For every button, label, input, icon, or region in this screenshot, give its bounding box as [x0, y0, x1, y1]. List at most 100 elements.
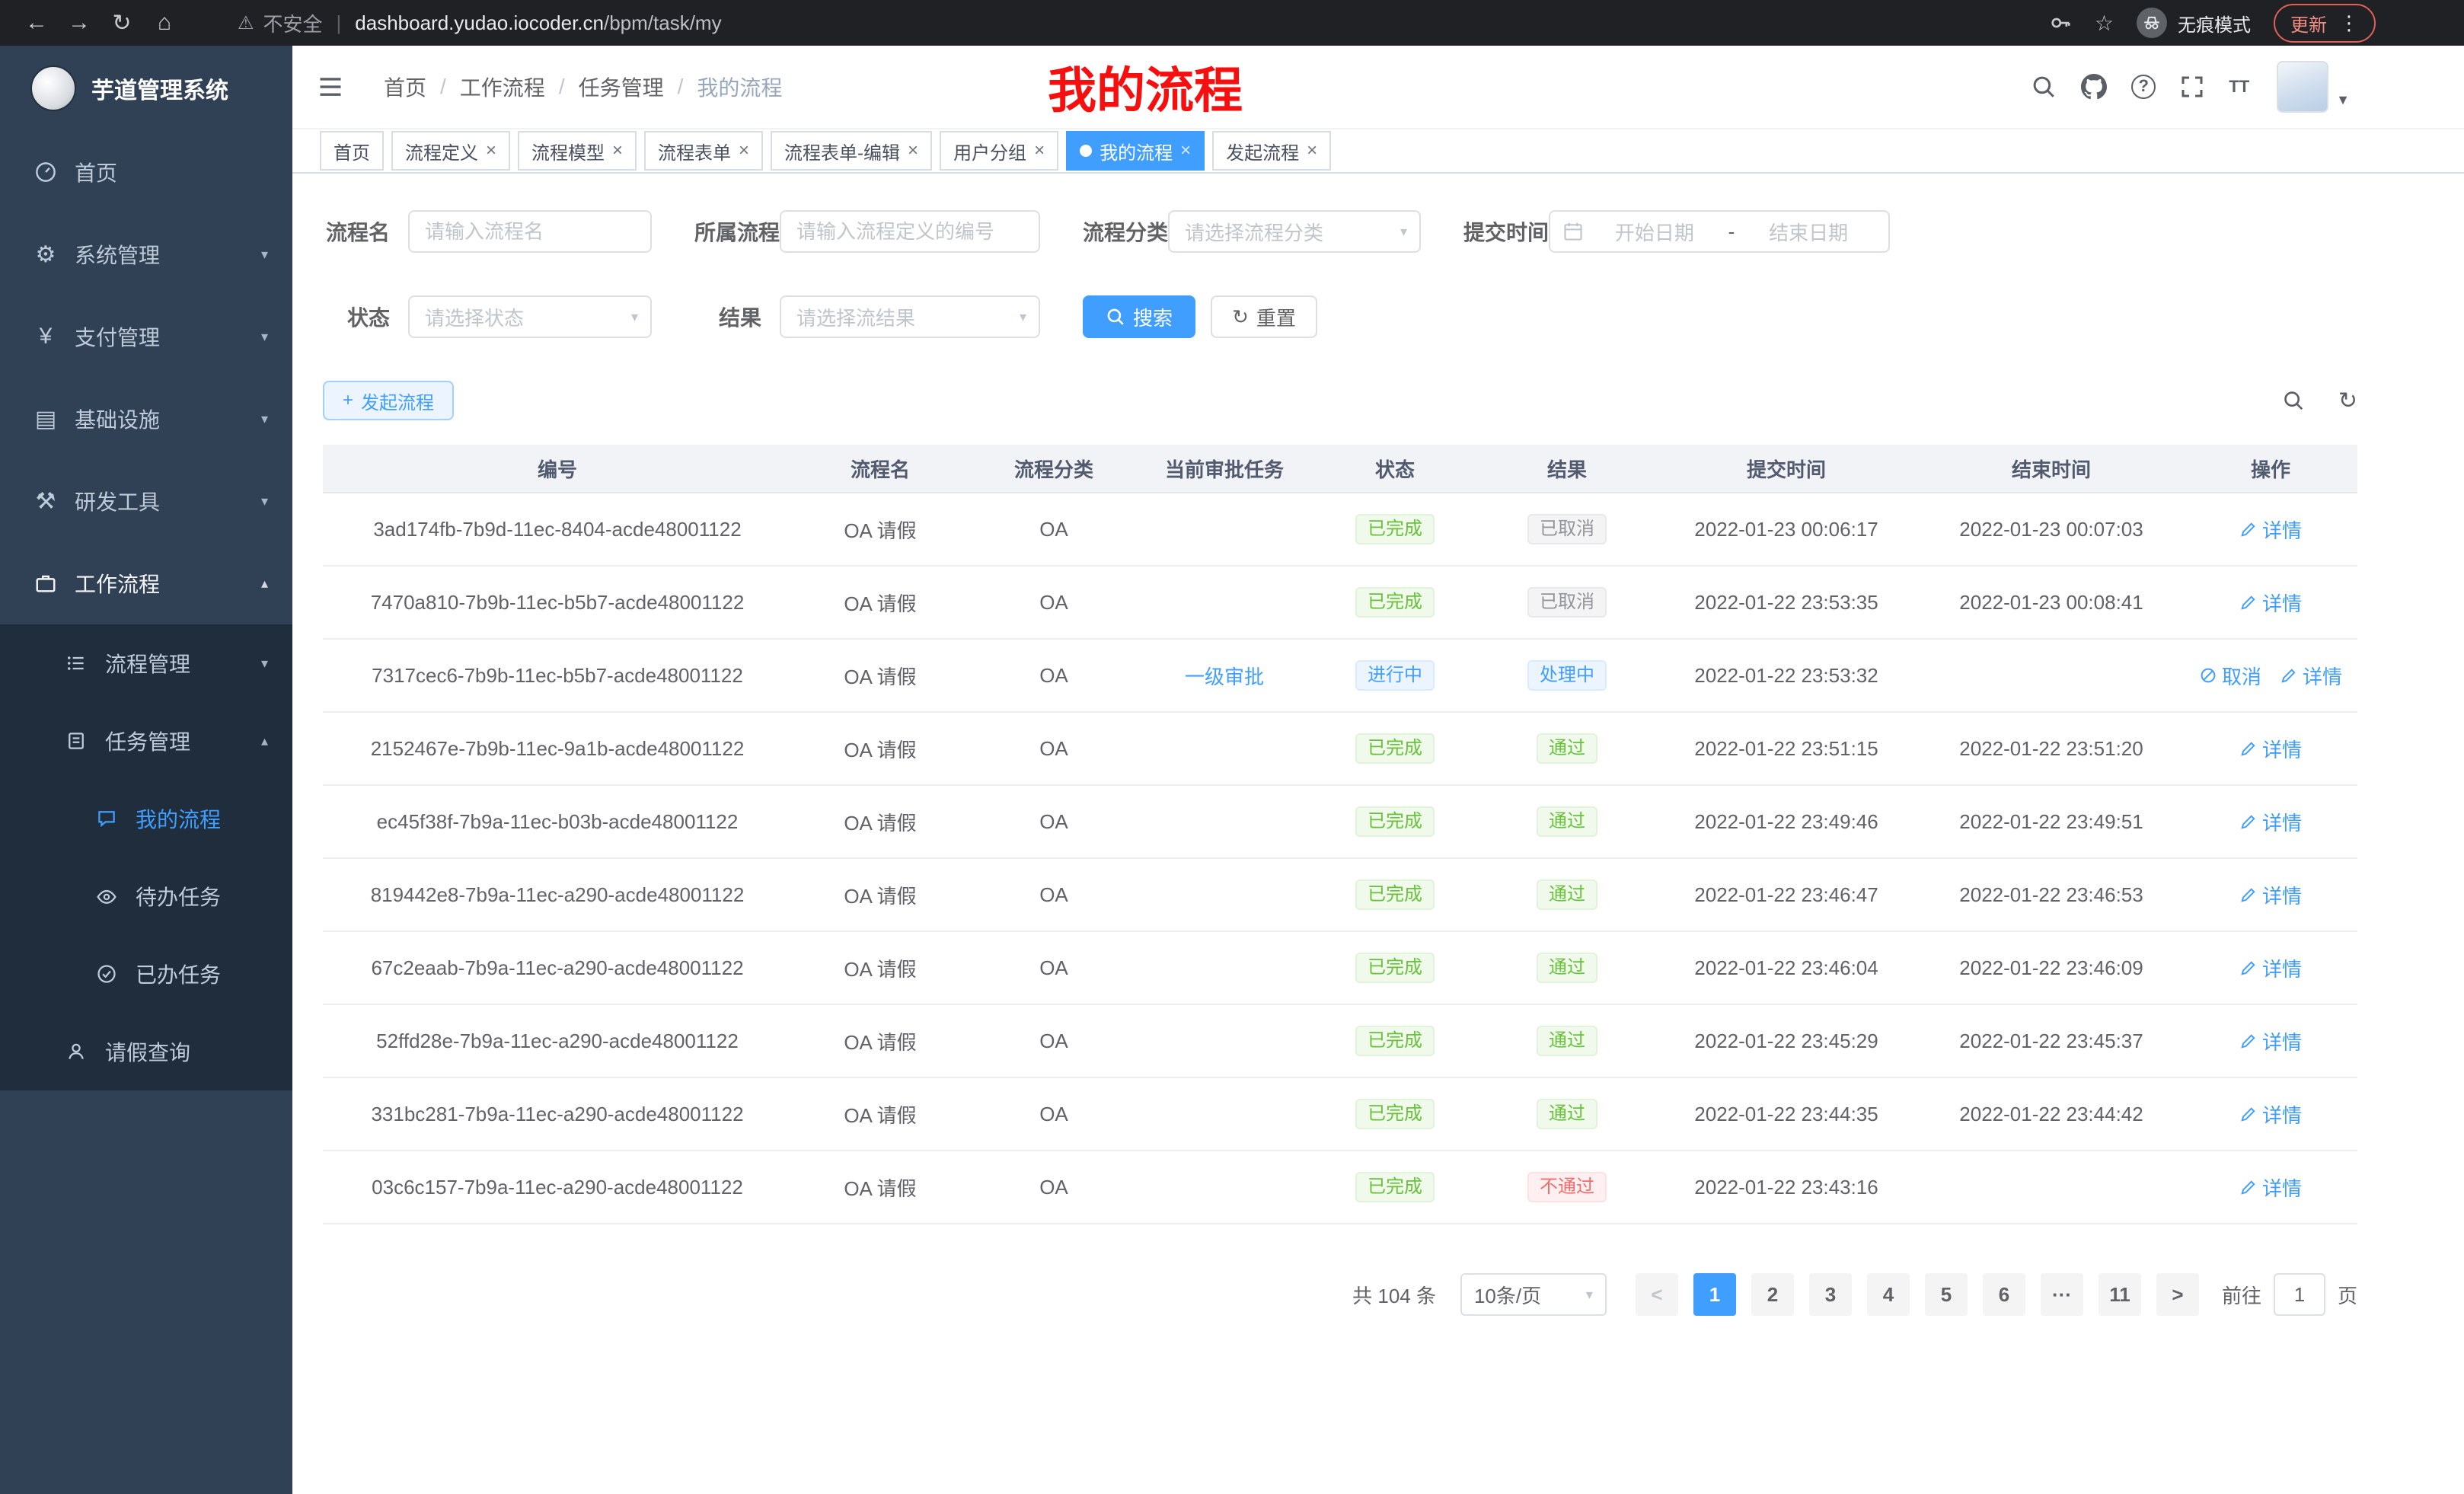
breadcrumb-item[interactable]: 首页 — [384, 72, 426, 102]
submit-time-range-picker[interactable]: 开始日期 - 结束日期 — [1549, 210, 1890, 253]
more-pages-button[interactable]: ··· — [2041, 1273, 2083, 1316]
refresh-table-icon[interactable]: ↻ — [2338, 388, 2357, 414]
breadcrumb-item[interactable]: 任务管理 — [579, 72, 664, 102]
table-row: 7470a810-7b9b-11ec-b5b7-acde48001122 OA … — [323, 567, 2357, 640]
browser-back-button[interactable]: ← — [15, 10, 58, 36]
current-task-link[interactable]: 一级审批 — [1185, 662, 1264, 690]
browser-forward-button[interactable]: → — [58, 10, 101, 36]
detail-button[interactable]: 详情 — [2239, 954, 2302, 982]
detail-button[interactable]: 详情 — [2239, 735, 2302, 763]
sidebar-item-system[interactable]: ⚙ 系统管理 ▾ — [0, 213, 292, 295]
prev-page-button[interactable]: < — [1636, 1273, 1678, 1316]
close-icon[interactable]: × — [1034, 142, 1045, 160]
page-title-annotation: 我的流程 — [1048, 52, 1243, 122]
font-size-icon[interactable]: TT — [2229, 77, 2249, 97]
toggle-search-icon[interactable] — [2282, 389, 2305, 412]
sidebar-item-done-tasks[interactable]: 已办任务 — [0, 935, 292, 1013]
browser-menu-icon[interactable]: ⋮ — [2339, 11, 2359, 35]
browser-reload-button[interactable]: ↻ — [101, 10, 143, 37]
reset-button[interactable]: ↻ 重置 — [1211, 295, 1317, 338]
tab-process-model[interactable]: 流程模型 × — [518, 131, 637, 171]
tab-my-process[interactable]: 我的流程 × — [1066, 131, 1205, 171]
close-icon[interactable]: × — [739, 142, 749, 160]
start-process-button[interactable]: + 发起流程 — [323, 381, 454, 420]
process-def-input[interactable] — [780, 210, 1040, 253]
list-icon — [61, 653, 91, 674]
bookmark-star-icon[interactable]: ☆ — [2095, 11, 2114, 36]
sidebar-item-devtools[interactable]: ⚒ 研发工具 ▾ — [0, 460, 292, 542]
browser-home-button[interactable]: ⌂ — [143, 10, 186, 36]
tab-home[interactable]: 首页 — [320, 131, 384, 171]
process-name-input[interactable] — [408, 210, 652, 253]
sidebar-item-process-management[interactable]: 流程管理 ▾ — [0, 624, 292, 702]
active-dot — [1080, 145, 1092, 157]
tab-process-definition[interactable]: 流程定义 × — [391, 131, 510, 171]
logo-image — [30, 65, 76, 111]
status-select[interactable]: 请选择状态 ▾ — [408, 295, 652, 338]
detail-button[interactable]: 详情 — [2239, 881, 2302, 909]
user-menu[interactable]: ▼ — [2277, 61, 2350, 113]
close-icon[interactable]: × — [1307, 142, 1317, 160]
sidebar-item-my-process[interactable]: 我的流程 — [0, 780, 292, 857]
check-circle-icon — [91, 963, 122, 985]
result-badge: 处理中 — [1527, 660, 1607, 691]
sidebar-item-todo-tasks[interactable]: 待办任务 — [0, 857, 292, 935]
avatar[interactable] — [2277, 61, 2328, 113]
cancel-button[interactable]: 取消 — [2199, 662, 2261, 690]
page-jump-input[interactable] — [2274, 1273, 2325, 1316]
detail-button[interactable]: 详情 — [2239, 1100, 2302, 1128]
github-icon[interactable] — [2081, 74, 2107, 100]
help-icon[interactable]: ? — [2131, 75, 2156, 99]
tab-user-group[interactable]: 用户分组 × — [940, 131, 1058, 171]
detail-button[interactable]: 详情 — [2239, 1173, 2302, 1202]
close-icon[interactable]: × — [486, 142, 496, 160]
next-page-button[interactable]: > — [2156, 1273, 2199, 1316]
category-select[interactable]: 请选择流程分类 ▾ — [1168, 210, 1421, 253]
infrastructure-icon: ▤ — [30, 406, 61, 433]
sidebar-item-infrastructure[interactable]: ▤ 基础设施 ▾ — [0, 378, 292, 460]
tab-process-form[interactable]: 流程表单 × — [644, 131, 763, 171]
chevron-down-icon: ▾ — [1400, 224, 1407, 240]
search-button[interactable]: 搜索 — [1083, 295, 1195, 338]
page-button[interactable]: 3 — [1809, 1273, 1852, 1316]
sidebar-item-workflow[interactable]: 工作流程 ▴ — [0, 542, 292, 624]
result-select[interactable]: 请选择流结果 ▾ — [780, 295, 1040, 338]
detail-button[interactable]: 详情 — [2239, 808, 2302, 836]
sidebar-item-home[interactable]: 首页 — [0, 131, 292, 213]
page-size-select[interactable]: 10条/页 ▾ — [1460, 1273, 1607, 1316]
clipboard-icon — [61, 730, 91, 752]
search-icon[interactable] — [2031, 74, 2057, 100]
sidebar-toggle-icon[interactable] — [317, 73, 344, 101]
app-header: 首页 / 工作流程 / 任务管理 / 我的流程 我的流程 ? — [292, 46, 2464, 129]
fullscreen-icon[interactable] — [2180, 75, 2204, 99]
address-bar[interactable]: ⚠ 不安全 | dashboard.yudao.iocoder.cn/bpm/t… — [238, 9, 2049, 37]
detail-button[interactable]: 详情 — [2239, 589, 2302, 617]
detail-button[interactable]: 详情 — [2280, 662, 2342, 690]
breadcrumb-item[interactable]: 工作流程 — [460, 72, 545, 102]
page-button[interactable]: 4 — [1867, 1273, 1910, 1316]
page-button[interactable]: 6 — [1983, 1273, 2025, 1316]
sidebar-item-leave-query[interactable]: 请假查询 — [0, 1013, 292, 1090]
page-button[interactable]: 1 — [1693, 1273, 1736, 1316]
table-row: 03c6c157-7b9a-11ec-a290-acde48001122 OA … — [323, 1151, 2357, 1224]
warning-icon: ⚠ — [238, 12, 254, 34]
close-icon[interactable]: × — [908, 142, 918, 160]
tools-icon: ⚒ — [30, 488, 61, 515]
status-badge: 进行中 — [1355, 660, 1435, 691]
browser-update-button[interactable]: 更新 ⋮ — [2274, 4, 2376, 43]
breadcrumb-current: 我的流程 — [697, 72, 782, 102]
tab-process-form-edit[interactable]: 流程表单-编辑 × — [771, 131, 932, 171]
detail-button[interactable]: 详情 — [2239, 1027, 2302, 1055]
app-logo[interactable]: 芋道管理系统 — [0, 46, 292, 131]
page-button[interactable]: 2 — [1751, 1273, 1794, 1316]
sidebar-item-task-management[interactable]: 任务管理 ▴ — [0, 702, 292, 780]
sidebar-item-payment[interactable]: ¥ 支付管理 ▾ — [0, 295, 292, 378]
key-icon[interactable] — [2049, 11, 2072, 34]
tab-start-process[interactable]: 发起流程 × — [1212, 131, 1331, 171]
detail-button[interactable]: 详情 — [2239, 516, 2302, 544]
close-icon[interactable]: × — [612, 142, 623, 160]
page-button[interactable]: 5 — [1925, 1273, 1968, 1316]
chevron-down-icon: ▾ — [261, 247, 268, 263]
close-icon[interactable]: × — [1180, 142, 1191, 160]
page-button[interactable]: 11 — [2099, 1273, 2141, 1316]
